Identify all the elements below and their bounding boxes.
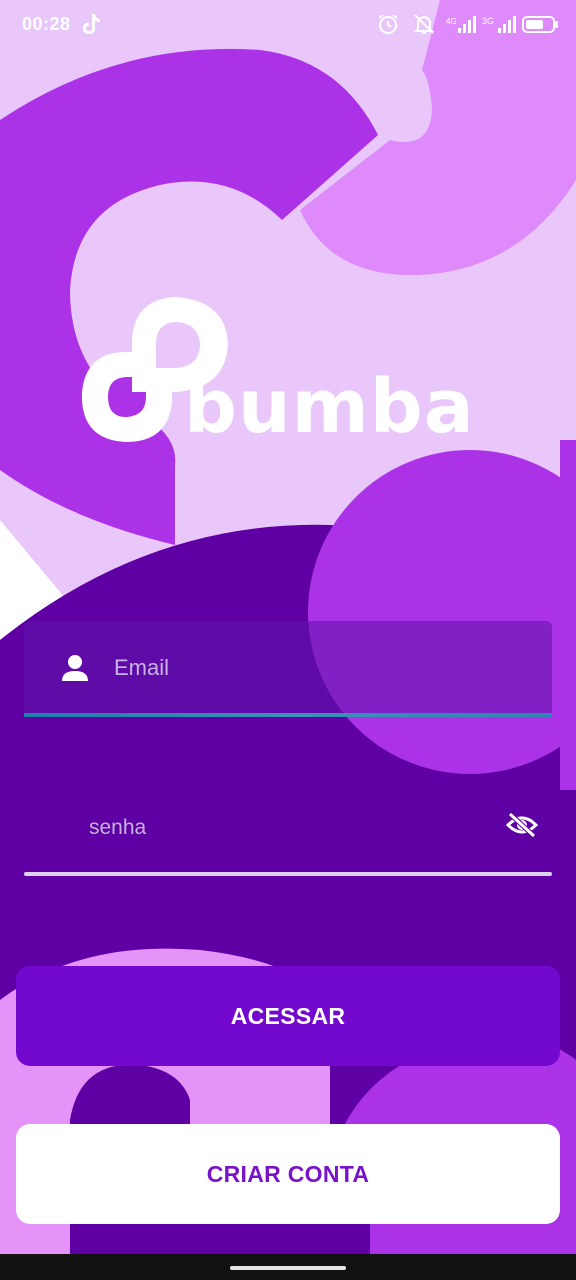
home-gesture-handle[interactable] bbox=[230, 1266, 346, 1270]
person-icon bbox=[60, 653, 90, 688]
login-button-label: ACESSAR bbox=[230, 1002, 346, 1029]
eye-off-icon[interactable] bbox=[505, 812, 539, 843]
status-time: 00:28 bbox=[22, 14, 71, 34]
app-logo: bumba bbox=[76, 292, 474, 462]
password-field[interactable]: senha bbox=[24, 790, 552, 876]
svg-text:3G: 3G bbox=[482, 16, 494, 26]
tiktok-icon bbox=[80, 12, 102, 41]
password-placeholder: senha bbox=[89, 816, 147, 839]
battery-icon bbox=[522, 12, 560, 41]
create-account-button-label: CRIAR CONTA bbox=[206, 1160, 370, 1187]
status-bar: 00:28 4G 3G bbox=[0, 0, 576, 50]
login-screen: 00:28 4G 3G bumba Email senha ACESSAR CR… bbox=[0, 0, 576, 1280]
bell-off-icon bbox=[412, 12, 436, 41]
password-field-underline bbox=[24, 872, 552, 876]
signal-3g-icon: 3G bbox=[482, 12, 518, 41]
login-button[interactable]: ACESSAR bbox=[16, 966, 560, 1066]
email-placeholder: Email bbox=[114, 655, 170, 680]
system-nav-bar bbox=[0, 1254, 576, 1280]
email-field-underline bbox=[24, 713, 552, 717]
create-account-button[interactable]: CRIAR CONTA bbox=[16, 1124, 560, 1224]
logo-wordmark: bumba bbox=[184, 364, 475, 450]
email-field[interactable]: Email bbox=[24, 621, 552, 717]
signal-icon: 4G bbox=[446, 12, 478, 41]
alarm-icon bbox=[376, 12, 400, 41]
svg-text:4G: 4G bbox=[446, 17, 457, 26]
